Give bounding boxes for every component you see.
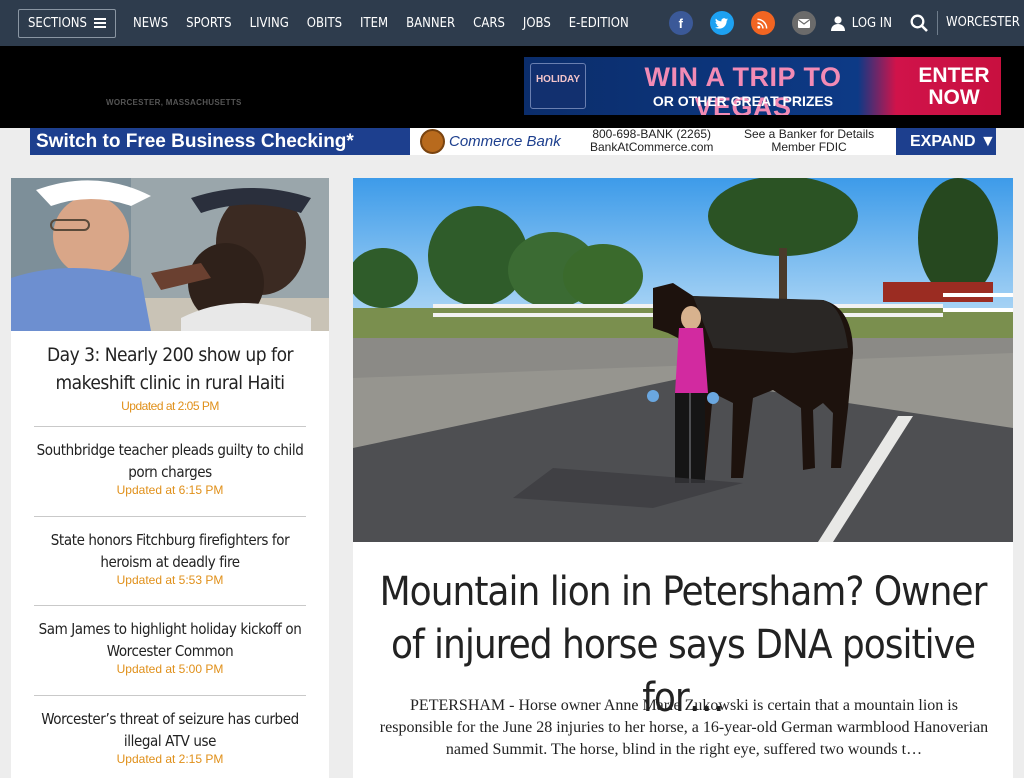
nav-link-news[interactable]: NEWS xyxy=(133,16,168,31)
nav-link-obits[interactable]: OBITS xyxy=(307,16,342,31)
list-item[interactable]: Southbridge teacher pleads guilty to chi… xyxy=(34,426,306,497)
city-selector[interactable]: WORCESTER xyxy=(937,11,1020,35)
lead-story-image[interactable] xyxy=(11,178,329,331)
nav-link-sports[interactable]: SPORTS xyxy=(186,16,231,31)
lead-story-updated: Updated at 2:05 PM xyxy=(121,399,219,413)
nav-links: NEWS SPORTS LIVING OBITS ITEM BANNER CAR… xyxy=(133,16,647,31)
login-label: LOG IN xyxy=(851,15,892,31)
story-title: Worcester’s threat of seizure has curbed… xyxy=(41,710,299,750)
story-updated: Updated at 6:15 PM xyxy=(116,483,224,497)
nav-link-living[interactable]: LIVING xyxy=(250,16,289,31)
user-icon xyxy=(830,15,845,31)
login-link[interactable]: LOG IN xyxy=(830,15,892,31)
nav-link-item[interactable]: ITEM xyxy=(360,16,388,31)
story-updated: Updated at 5:00 PM xyxy=(116,662,224,676)
hamburger-icon xyxy=(93,18,106,28)
featured-story-excerpt: PETERSHAM - Horse owner Anne Marie Zukow… xyxy=(379,697,989,758)
bank-ad-headline: Switch to Free Business Checking* xyxy=(30,128,410,155)
twitter-icon[interactable] xyxy=(709,11,734,35)
email-icon[interactable] xyxy=(791,11,816,35)
featured-story: Mountain lion in Petersham? Owner of inj… xyxy=(353,178,1013,778)
search-icon[interactable] xyxy=(910,14,928,32)
lead-story-headline[interactable]: Day 3: Nearly 200 show up for makeshift … xyxy=(41,341,299,415)
story-title: Sam James to highlight holiday kickoff o… xyxy=(38,620,302,660)
nav-link-jobs[interactable]: JOBS xyxy=(523,16,551,31)
nav-link-e-edition[interactable]: E-EDITION xyxy=(569,16,629,31)
social-links: f xyxy=(668,11,833,35)
vegas-cta-line2: NOW xyxy=(928,86,980,109)
featured-story-image[interactable] xyxy=(353,178,1013,542)
lead-story-title: Day 3: Nearly 200 show up for makeshift … xyxy=(46,344,294,394)
story-title: State honors Fitchburg firefighters for … xyxy=(50,531,290,571)
sections-label: SECTIONS xyxy=(28,15,87,31)
bank-brand: Commerce Bank xyxy=(449,133,561,150)
story-updated: Updated at 5:53 PM xyxy=(116,573,224,587)
top-navigation: SECTIONS NEWS SPORTS LIVING OBITS ITEM B… xyxy=(0,0,1024,46)
vegas-ad-cta[interactable]: ENTER NOW xyxy=(914,65,994,109)
bank-ad-details: Commerce Bank 800-698-BANK (2265) BankAt… xyxy=(410,128,896,155)
vegas-ad-banner[interactable]: HOLIDAY WIN A TRIP TO VEGAS OR OTHER GRE… xyxy=(524,57,1001,115)
masthead: WORCESTER, MASSACHUSETTS HOLIDAY WIN A T… xyxy=(0,46,1024,128)
bank-ad-banner[interactable]: Switch to Free Business Checking* Commer… xyxy=(30,128,996,155)
bank-info-line2: Member FDIC xyxy=(771,140,847,154)
bank-contact: 800-698-BANK (2265) BankAtCommerce.com xyxy=(590,128,713,154)
vegas-cta-line1: ENTER xyxy=(918,64,990,87)
nav-link-banner[interactable]: BANNER xyxy=(406,16,455,31)
bank-url: BankAtCommerce.com xyxy=(590,140,714,154)
story-title: Southbridge teacher pleads guilty to chi… xyxy=(36,441,304,481)
sections-button[interactable]: SECTIONS xyxy=(18,8,116,38)
facebook-icon[interactable]: f xyxy=(668,11,693,35)
rss-icon[interactable] xyxy=(750,11,775,35)
masthead-dateline: WORCESTER, MASSACHUSETTS xyxy=(106,98,242,107)
vegas-ad-subline: OR OTHER GREAT PRIZES xyxy=(652,93,834,109)
bank-disclaimer: See a Banker for Details Member FDIC xyxy=(744,128,874,154)
bank-logo-icon xyxy=(420,129,445,154)
story-updated: Updated at 2:15 PM xyxy=(116,752,224,766)
top-stories-sidebar: Day 3: Nearly 200 show up for makeshift … xyxy=(11,178,329,778)
list-item[interactable]: State honors Fitchburg firefighters for … xyxy=(34,516,306,587)
list-item[interactable]: Sam James to highlight holiday kickoff o… xyxy=(34,605,306,676)
bank-ad-expand-button[interactable]: EXPAND ▼ xyxy=(896,128,996,155)
nav-link-cars[interactable]: CARS xyxy=(473,16,505,31)
list-item[interactable]: Worcester’s threat of seizure has curbed… xyxy=(34,695,306,766)
holiday-logo: HOLIDAY xyxy=(530,63,586,109)
